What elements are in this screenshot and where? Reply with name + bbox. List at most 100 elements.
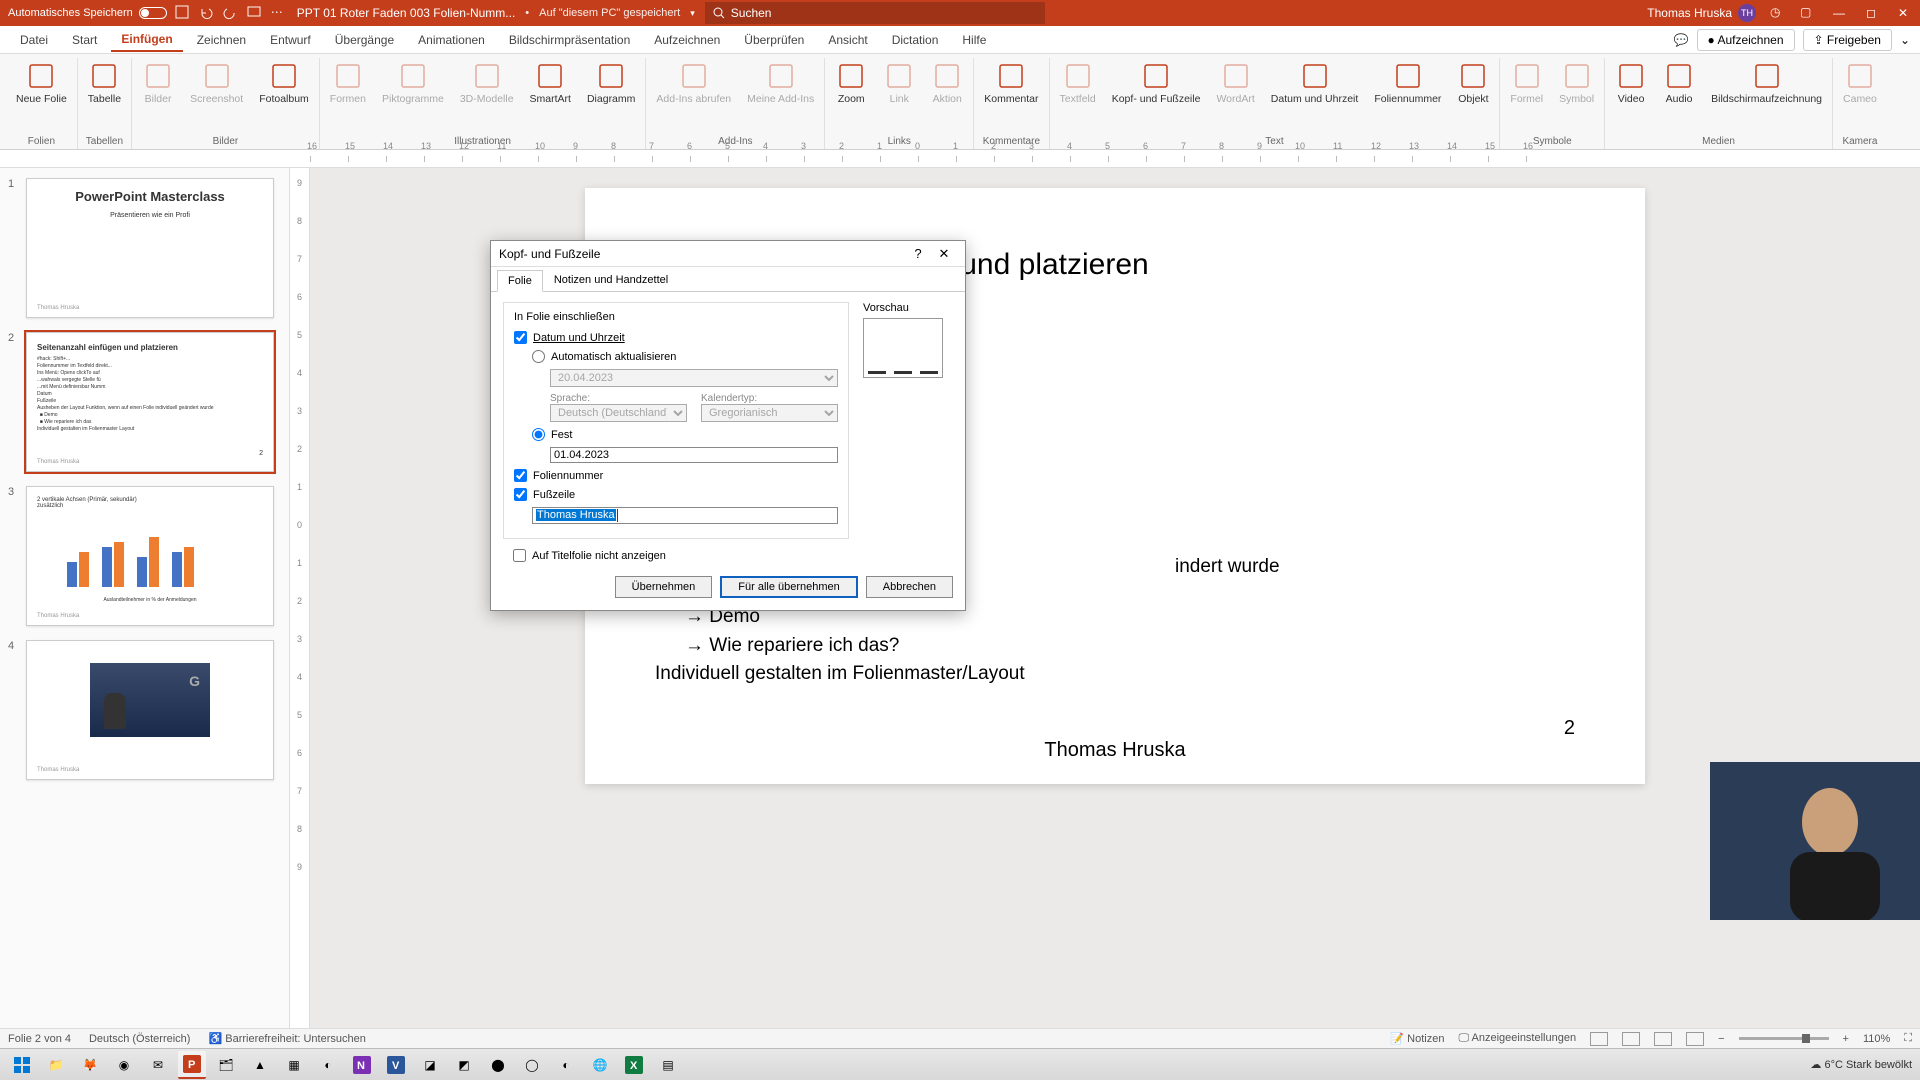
cancel-button[interactable]: Abbrechen <box>866 576 953 598</box>
ribbon-foliennummer[interactable]: Foliennummer <box>1370 58 1445 108</box>
accessibility-check[interactable]: ♿ Barrierefreiheit: Untersuchen <box>208 1032 365 1045</box>
explorer-icon[interactable]: 📁 <box>42 1051 70 1079</box>
user-menu[interactable]: Thomas Hruska TH <box>1647 4 1756 22</box>
onenote-icon[interactable]: N <box>348 1051 376 1079</box>
obs-icon[interactable]: ⬤ <box>484 1051 512 1079</box>
app-icon-4[interactable]: ◪ <box>416 1051 444 1079</box>
powerpoint-icon[interactable]: P <box>178 1051 206 1079</box>
tab-entwurf[interactable]: Entwurf <box>260 29 321 51</box>
thumbnail-1[interactable]: PowerPoint MasterclassPräsentieren wie e… <box>26 178 274 318</box>
tab-datei[interactable]: Datei <box>10 29 58 51</box>
undo-icon[interactable] <box>199 5 215 21</box>
excel-icon[interactable]: X <box>620 1051 648 1079</box>
slideshow-icon[interactable] <box>247 5 263 21</box>
vlc-icon[interactable]: ▲ <box>246 1051 274 1079</box>
tab-bildschirmpräsentation[interactable]: Bildschirmpräsentation <box>499 29 640 51</box>
apply-all-button[interactable]: Für alle übernehmen <box>720 576 858 598</box>
more-icon[interactable]: ⋯ <box>271 5 287 21</box>
display-settings[interactable]: 🖵 Anzeigeeinstellungen <box>1458 1032 1576 1045</box>
share-button[interactable]: ⇪ Freigeben <box>1803 29 1892 51</box>
slide-thumbnails[interactable]: 1PowerPoint MasterclassPräsentieren wie … <box>0 168 290 1028</box>
start-icon[interactable] <box>8 1051 36 1079</box>
firefox-icon[interactable]: 🦊 <box>76 1051 104 1079</box>
autosave-toggle[interactable]: Automatisches Speichern <box>8 7 167 19</box>
outlook-icon[interactable]: ✉ <box>144 1051 172 1079</box>
app-icon-5[interactable]: ◩ <box>450 1051 478 1079</box>
ribbon-mode-icon[interactable]: ▢ <box>1800 5 1816 21</box>
app-icon-6[interactable]: ◯ <box>518 1051 546 1079</box>
minimize-icon[interactable]: — <box>1830 4 1848 22</box>
fit-icon[interactable]: ⛶ <box>1904 1032 1912 1045</box>
search-box[interactable]: Suchen <box>705 2 1045 24</box>
chrome-icon[interactable]: ◉ <box>110 1051 138 1079</box>
slidenumber-checkbox[interactable]: Foliennummer <box>514 469 838 482</box>
chevron-down-icon[interactable]: ⌄ <box>1900 33 1910 47</box>
fixed-radio[interactable]: Fest <box>532 428 838 441</box>
language-indicator[interactable]: Deutsch (Österreich) <box>89 1033 190 1045</box>
apply-button[interactable]: Übernehmen <box>615 576 713 598</box>
maximize-icon[interactable]: ◻ <box>1862 4 1880 22</box>
app-icon-8[interactable]: ▤ <box>654 1051 682 1079</box>
tab-animationen[interactable]: Animationen <box>408 29 495 51</box>
normal-view-icon[interactable] <box>1590 1032 1608 1046</box>
weather-widget[interactable]: ☁ 6°C Stark bewölkt <box>1810 1058 1912 1071</box>
zoom-level[interactable]: 110% <box>1863 1033 1890 1045</box>
reading-view-icon[interactable] <box>1654 1032 1672 1046</box>
ribbon-bildschirmaufzeichnung[interactable]: Bildschirmaufzeichnung <box>1707 58 1826 108</box>
visio-icon[interactable]: V <box>382 1051 410 1079</box>
thumbnail-3[interactable]: 2 vertikale Achsen (Primär, sekundär)zus… <box>26 486 274 626</box>
zoom-slider[interactable] <box>1739 1037 1829 1040</box>
ribbon-objekt[interactable]: Objekt <box>1453 58 1493 108</box>
edge-icon[interactable]: 🌐 <box>586 1051 614 1079</box>
tab-start[interactable]: Start <box>62 29 107 51</box>
app-icon[interactable]: 🗂 <box>212 1051 240 1079</box>
dialog-help-icon[interactable]: ? <box>905 243 931 265</box>
tab-überprüfen[interactable]: Überprüfen <box>734 29 814 51</box>
tab-dictation[interactable]: Dictation <box>882 29 949 51</box>
group-label: Kamera <box>1842 134 1877 149</box>
auto-radio[interactable]: Automatisch aktualisieren <box>532 350 838 363</box>
ribbon-neue-folie[interactable]: Neue Folie <box>12 58 71 108</box>
ribbon-audio[interactable]: Audio <box>1659 58 1699 108</box>
thumbnail-2[interactable]: Seitenanzahl einfügen und platzieren#hac… <box>26 332 274 472</box>
tab-zeichnen[interactable]: Zeichnen <box>187 29 256 51</box>
user-avatar: TH <box>1738 4 1756 22</box>
tab-aufzeichnen[interactable]: Aufzeichnen <box>644 29 730 51</box>
app-icon-7[interactable]: ◐ <box>552 1051 580 1079</box>
comments-icon[interactable]: 💬 <box>1674 33 1689 47</box>
dialog-close-icon[interactable]: ✕ <box>931 243 957 265</box>
dialog-tab-0[interactable]: Folie <box>497 270 543 292</box>
record-button[interactable]: ● Aufzeichnen <box>1697 29 1795 51</box>
ribbon-datum-und-uhrzeit[interactable]: Datum und Uhrzeit <box>1267 58 1363 108</box>
redo-icon[interactable] <box>223 5 239 21</box>
not-on-title-checkbox[interactable]: Auf Titelfolie nicht anzeigen <box>513 549 943 562</box>
footer-input[interactable]: Thomas Hruska <box>532 507 838 524</box>
ribbon-video[interactable]: Video <box>1611 58 1651 108</box>
footer-checkbox[interactable]: Fußzeile <box>514 488 838 501</box>
ribbon-formen: Formen <box>326 58 370 108</box>
notes-button[interactable]: 📝 Notizen <box>1390 1032 1444 1045</box>
save-icon[interactable] <box>175 5 191 21</box>
coming-soon-icon[interactable]: ◷ <box>1770 5 1786 21</box>
ribbon-fotoalbum[interactable]: Fotoalbum <box>255 58 313 108</box>
ribbon-diagramm[interactable]: Diagramm <box>583 58 639 108</box>
thumbnail-4[interactable]: GThomas Hruska <box>26 640 274 780</box>
tab-hilfe[interactable]: Hilfe <box>952 29 996 51</box>
ribbon-kopf-und-fu-zeile[interactable]: Kopf- und Fußzeile <box>1108 58 1205 108</box>
app-icon-3[interactable]: ◐ <box>314 1051 342 1079</box>
app-icon-2[interactable]: ▦ <box>280 1051 308 1079</box>
date-checkbox[interactable]: Datum und Uhrzeit <box>514 331 838 344</box>
tab-ansicht[interactable]: Ansicht <box>818 29 877 51</box>
slideshow-view-icon[interactable] <box>1686 1032 1704 1046</box>
fixed-date-input[interactable] <box>550 447 838 463</box>
close-icon[interactable]: ✕ <box>1894 4 1912 22</box>
sorter-view-icon[interactable] <box>1622 1032 1640 1046</box>
tab-einfügen[interactable]: Einfügen <box>111 28 182 52</box>
ribbon-zoom[interactable]: Zoom <box>831 58 871 108</box>
ribbon-kommentar[interactable]: Kommentar <box>980 58 1042 108</box>
document-title: PPT 01 Roter Faden 003 Folien-Numm... <box>297 6 516 20</box>
tab-übergänge[interactable]: Übergänge <box>325 29 404 51</box>
ribbon-tabelle[interactable]: Tabelle <box>84 58 125 108</box>
dialog-tab-1[interactable]: Notizen und Handzettel <box>543 269 679 291</box>
ribbon-smartart[interactable]: SmartArt <box>526 58 575 108</box>
